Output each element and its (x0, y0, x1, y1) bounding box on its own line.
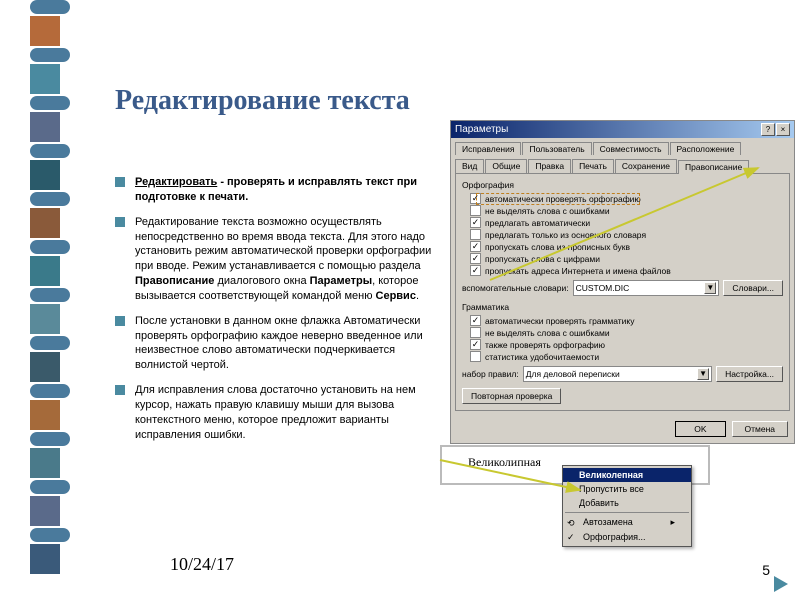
checkbox[interactable] (470, 193, 481, 204)
checkbox-label: автоматически проверять орфографию (485, 194, 641, 204)
tab-пользователь[interactable]: Пользователь (522, 142, 591, 155)
dictionary-select[interactable]: CUSTOM.DIC▼ (573, 280, 720, 296)
ok-button[interactable]: OK (675, 421, 725, 437)
dict-label: вспомогательные словари: (462, 283, 569, 293)
footer-page-number: 5 (762, 562, 770, 578)
tab-сохранение[interactable]: Сохранение (615, 159, 677, 173)
bullet-icon (115, 385, 125, 395)
cancel-button[interactable]: Отмена (732, 421, 789, 437)
ctx-item[interactable]: ✓Орфография... (563, 530, 691, 545)
checkbox-label: автоматически проверять грамматику (485, 316, 634, 326)
context-menu-screenshot: Великолипная ВеликолепнаяПропустить всеД… (440, 445, 710, 485)
checkbox[interactable] (470, 315, 481, 326)
close-button[interactable]: × (776, 123, 790, 136)
tab-совместимость[interactable]: Совместимость (593, 142, 669, 155)
parameters-dialog: Параметры ? × ИсправленияПользовательСов… (450, 120, 795, 444)
content-column: Редактировать - проверять и исправлять т… (115, 175, 435, 453)
rules-select[interactable]: Для деловой переписки▼ (523, 366, 712, 382)
rules-label: набор правил: (462, 369, 519, 379)
checkbox[interactable] (470, 205, 481, 216)
tab-печать[interactable]: Печать (572, 159, 614, 173)
group-orthography: Орфография (462, 180, 783, 190)
checkbox[interactable] (470, 217, 481, 228)
chevron-down-icon: ▼ (697, 368, 709, 380)
footer-date: 10/24/17 (170, 554, 234, 575)
tab-правка[interactable]: Правка (528, 159, 571, 173)
checkbox[interactable] (470, 339, 481, 350)
tab-расположение[interactable]: Расположение (670, 142, 742, 155)
tab-общие[interactable]: Общие (485, 159, 527, 173)
dictionaries-button[interactable]: Словари... (723, 280, 783, 296)
group-grammar: Грамматика (462, 302, 783, 312)
checkbox-label: не выделять слова с ошибками (485, 206, 610, 216)
checkbox[interactable] (470, 265, 481, 276)
checkbox[interactable] (470, 351, 481, 362)
chevron-down-icon: ▼ (704, 282, 716, 294)
tabs-row-2: ВидОбщиеПравкаПечатьСохранениеПравописан… (451, 155, 794, 173)
tab-исправления[interactable]: Исправления (455, 142, 521, 155)
misspelled-word[interactable]: Великолипная (468, 455, 541, 471)
next-arrow-icon[interactable] (774, 576, 788, 592)
checkbox[interactable] (470, 241, 481, 252)
bullet-icon (115, 316, 125, 326)
slide-title: Редактирование текста (115, 85, 410, 117)
recheck-button[interactable]: Повторная проверка (462, 388, 561, 404)
checkbox-label: пропускать слова с цифрами (485, 254, 600, 264)
bullet-icon (115, 217, 125, 227)
ctx-item[interactable]: Великолепная (563, 468, 691, 482)
tabs-row-1: ИсправленияПользовательСовместимостьРасп… (451, 138, 794, 155)
tab-правописание[interactable]: Правописание (678, 160, 749, 174)
decorative-strip (30, 0, 80, 600)
checkbox-label: предлагать автоматически (485, 218, 590, 228)
checkbox-label: пропускать слова из прописных букв (485, 242, 630, 252)
help-button[interactable]: ? (761, 123, 775, 136)
checkbox-label: пропускать адреса Интернета и имена файл… (485, 266, 671, 276)
ctx-item[interactable]: Пропустить все (563, 482, 691, 496)
context-menu: ВеликолепнаяПропустить всеДобавить ⟲Автоз… (562, 465, 692, 547)
checkbox-label: статистика удобочитаемости (485, 352, 599, 362)
ctx-item[interactable]: ⟲Автозамена ▸ (563, 515, 691, 530)
checkbox-label: предлагать только из основного словаря (485, 230, 646, 240)
checkbox-label: не выделять слова с ошибками (485, 328, 610, 338)
tab-вид[interactable]: Вид (455, 159, 484, 173)
checkbox[interactable] (470, 229, 481, 240)
dialog-title-text: Параметры (455, 124, 508, 135)
autoreplace-icon: ⟲ (567, 518, 581, 528)
bullet-icon (115, 177, 125, 187)
spellcheck-icon: ✓ (567, 532, 581, 542)
checkbox-label: также проверять орфографию (485, 340, 605, 350)
ctx-item[interactable]: Добавить (563, 496, 691, 510)
rules-settings-button[interactable]: Настройка... (716, 366, 783, 382)
checkbox[interactable] (470, 253, 481, 264)
dialog-titlebar: Параметры ? × (451, 121, 794, 138)
checkbox[interactable] (470, 327, 481, 338)
